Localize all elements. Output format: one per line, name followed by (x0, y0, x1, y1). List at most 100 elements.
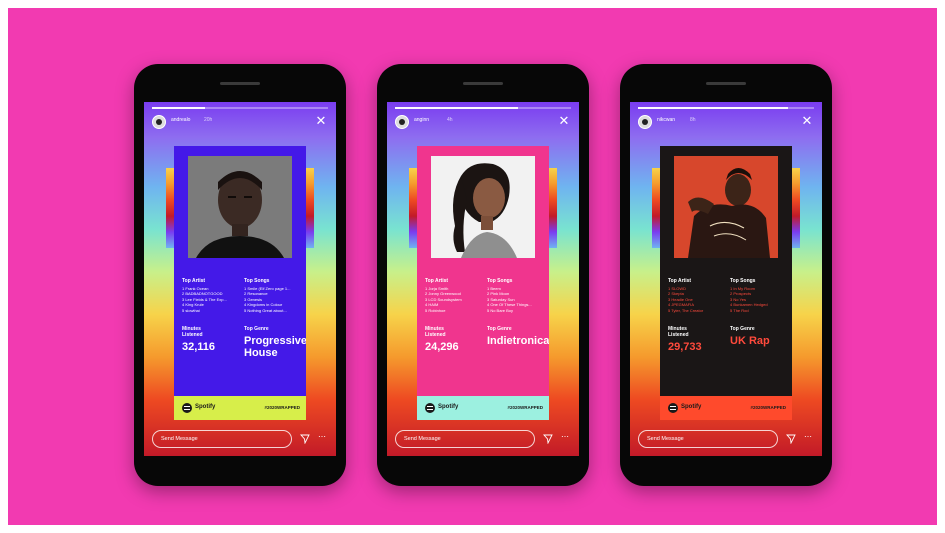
genre-value: Indietronica (487, 335, 549, 347)
list-item: 5 The Rod (730, 307, 749, 313)
top-artist-heading: Top Artist (182, 278, 206, 284)
send-message-input[interactable] (152, 430, 292, 448)
more-icon[interactable]: ⋯ (802, 433, 814, 443)
reply-bar: ⋯ (395, 430, 571, 448)
top-artists-column: Top Artist 1 SLOWD 2 Skepta 3 Headie One… (668, 278, 726, 313)
artist-photo (431, 156, 535, 258)
wrapped-card: Top Artist 1 Jorja Smith 2 Jonny Greenwo… (417, 146, 549, 420)
wrapped-hashtag: #2020WRAPPED (264, 405, 300, 410)
phone-speaker (220, 82, 260, 85)
top-songs-column: Top Songs 1 In My Room 2 Prospects 3 No … (730, 278, 788, 313)
story-progress-bar (395, 107, 571, 109)
story-screen: nikcwan 8h ✕ Top Artist 1 SLOWD 2 Skepta… (630, 102, 822, 456)
story-progress-fill (152, 107, 205, 109)
story-username[interactable]: andrealo (171, 117, 190, 123)
top-songs-heading: Top Songs (244, 278, 270, 284)
rainbow-stripe-right (549, 168, 557, 248)
story-progress-bar (638, 107, 814, 109)
artist-portrait-image (188, 156, 292, 258)
phone-speaker (463, 82, 503, 85)
top-artists-column: Top Artist 1 Frank Ocean 2 BADBADNOTGOOD… (182, 278, 240, 313)
genre-value: Progressive House (244, 335, 306, 359)
avatar[interactable] (638, 115, 652, 129)
story-header: anginn 4h ✕ (395, 114, 571, 132)
wrapped-hashtag: #2020WRAPPED (507, 405, 543, 410)
wrapped-hashtag: #2020WRAPPED (750, 405, 786, 410)
top-genre: Top Genre Indietronica (487, 326, 549, 347)
spotify-logo-icon (425, 403, 435, 413)
more-icon[interactable]: ⋯ (316, 433, 328, 443)
direct-message-icon[interactable] (300, 434, 310, 444)
rainbow-stripe-left (166, 168, 174, 248)
close-icon[interactable]: ✕ (800, 114, 814, 128)
minutes-value: 24,296 (425, 341, 459, 353)
direct-message-icon[interactable] (543, 434, 553, 444)
spotify-logo-icon (668, 403, 678, 413)
avatar[interactable] (395, 115, 409, 129)
top-artists-column: Top Artist 1 Jorja Smith 2 Jonny Greenwo… (425, 278, 483, 313)
phone-speaker (706, 82, 746, 85)
phone-1: andrealo 20h ✕ Top Artist 1 Frank Ocean … (134, 64, 346, 486)
spotify-label: Spotify (195, 404, 216, 410)
top-songs-heading: Top Songs (487, 278, 513, 284)
list-item: 5 Robinhoe (425, 307, 446, 313)
rainbow-stripe-left (652, 168, 660, 248)
card-footer: Spotify #2020WRAPPED (174, 396, 306, 420)
card-footer: Spotify #2020WRAPPED (417, 396, 549, 420)
more-icon[interactable]: ⋯ (559, 433, 571, 443)
top-songs-list: 1 Smile (Elf Zero page 1... 2 Resonance … (244, 286, 302, 313)
genre-label: Top Genre (487, 326, 512, 332)
avatar[interactable] (152, 115, 166, 129)
wrapped-card: Top Artist 1 Frank Ocean 2 BADBADNOTGOOD… (174, 146, 306, 420)
story-time: 20h (204, 117, 213, 123)
top-songs-column: Top Songs 1 Smile (Elf Zero page 1... 2 … (244, 278, 302, 313)
reply-bar: ⋯ (152, 430, 328, 448)
phone-3: nikcwan 8h ✕ Top Artist 1 SLOWD 2 Skepta… (620, 64, 832, 486)
minutes-label: Minutes Listened (668, 326, 689, 338)
artist-portrait-image (431, 156, 535, 258)
minutes-value: 32,116 (182, 341, 216, 353)
minutes-listened: Minutes Listened 29,733 (668, 326, 708, 353)
top-songs-list: 1 Beem 2 Pink Moon 3 Saturday Sun 4 One … (487, 286, 545, 313)
top-songs-heading: Top Songs (730, 278, 756, 284)
direct-message-icon[interactable] (786, 434, 796, 444)
top-genre: Top Genre Progressive House (244, 326, 306, 359)
genre-label: Top Genre (244, 326, 269, 332)
send-message-input[interactable] (395, 430, 535, 448)
top-songs-list: 1 In My Room 2 Prospects 3 No Yes 4 Bunk… (730, 286, 788, 313)
top-artists-list: 1 Frank Ocean 2 BADBADNOTGOOD 3 Lee Fiel… (182, 286, 240, 313)
artist-portrait-image (674, 156, 778, 258)
rainbow-stripe-left (409, 168, 417, 248)
story-time: 4h (447, 117, 453, 123)
send-message-input[interactable] (638, 430, 778, 448)
spotify-logo-icon (182, 403, 192, 413)
minutes-label: Minutes Listened (182, 326, 203, 338)
story-username[interactable]: nikcwan (657, 117, 675, 123)
close-icon[interactable]: ✕ (557, 114, 571, 128)
wrapped-card: Top Artist 1 SLOWD 2 Skepta 3 Headie One… (660, 146, 792, 420)
story-header: andrealo 20h ✕ (152, 114, 328, 132)
list-item: 5 No Bare Boy (487, 307, 514, 313)
rainbow-stripe-right (306, 168, 314, 248)
genre-value: UK Rap (730, 335, 770, 347)
story-progress-fill (638, 107, 788, 109)
story-progress-fill (395, 107, 519, 109)
top-artists-list: 1 Jorja Smith 2 Jonny Greenwood 3 LCD So… (425, 286, 483, 313)
card-footer: Spotify #2020WRAPPED (660, 396, 792, 420)
genre-label: Top Genre (730, 326, 755, 332)
reply-bar: ⋯ (638, 430, 814, 448)
artist-photo (674, 156, 778, 258)
story-header: nikcwan 8h ✕ (638, 114, 814, 132)
story-screen: andrealo 20h ✕ Top Artist 1 Frank Ocean … (144, 102, 336, 456)
spotify-label: Spotify (438, 404, 459, 410)
list-item: 5 Tyler, The Creator (668, 307, 704, 313)
story-username[interactable]: anginn (414, 117, 429, 123)
close-icon[interactable]: ✕ (314, 114, 328, 128)
artist-photo (188, 156, 292, 258)
top-songs-column: Top Songs 1 Beem 2 Pink Moon 3 Saturday … (487, 278, 545, 313)
rainbow-stripe-right (792, 168, 800, 248)
list-item: 5 slowthai (182, 307, 200, 313)
minutes-listened: Minutes Listened 24,296 (425, 326, 465, 353)
story-screen: anginn 4h ✕ Top Artist 1 Jorja Smith 2 J… (387, 102, 579, 456)
story-time: 8h (690, 117, 696, 123)
